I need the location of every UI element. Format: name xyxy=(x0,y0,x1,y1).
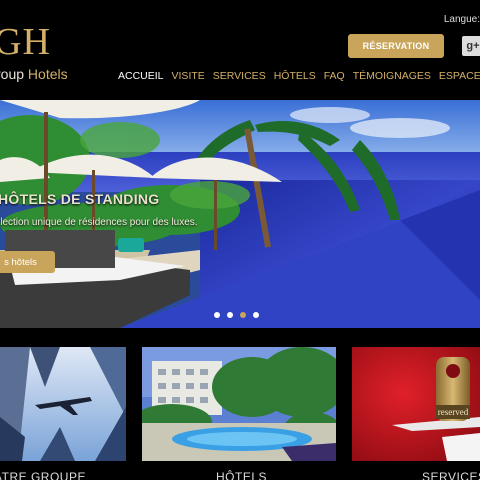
card-groupe-label[interactable]: ATRE GROUPE xyxy=(0,470,86,480)
nav-item-espace-client[interactable]: ESPACE CLIENT xyxy=(439,70,480,82)
hero-image xyxy=(0,100,480,328)
logo-mark[interactable]: GH xyxy=(0,20,51,64)
hero-text: llection unique de résidences pour des l… xyxy=(0,217,198,228)
reserved-sign-image: reserved xyxy=(352,347,480,461)
nav-item-hôtels[interactable]: HÔTELS xyxy=(274,70,316,82)
google-plus-icon[interactable]: g+ xyxy=(462,36,480,56)
hero-title: HÔTELS DE STANDING xyxy=(0,191,160,207)
nav-item-faq[interactable]: FAQ xyxy=(324,70,345,82)
nav-item-témoignages[interactable]: TÉMOIGNAGES xyxy=(353,70,431,82)
slider-dot[interactable] xyxy=(240,312,246,318)
site-header: GH roup Hotels Langue: RÉSERVATION g+ AC… xyxy=(0,0,480,100)
slider-dot[interactable] xyxy=(227,312,233,318)
card-groupe[interactable] xyxy=(0,347,126,461)
main-nav: ACCUEIL VISITE SERVICES HÔTELS FAQ TÉMOIGNAGE… xyxy=(118,70,480,82)
nav-item-visite[interactable]: VISITE xyxy=(172,70,205,82)
nav-item-accueil[interactable]: ACCUEIL xyxy=(118,70,164,82)
skyscrapers-airplane-image xyxy=(0,347,126,461)
card-services-label[interactable]: SERVICES xyxy=(422,470,480,480)
nav-item-services[interactable]: SERVICES xyxy=(213,70,266,82)
slider-dot[interactable] xyxy=(214,312,220,318)
hero-slider[interactable]: HÔTELS DE STANDING llection unique de ré… xyxy=(0,100,480,328)
hotels-button[interactable]: s hôtels xyxy=(0,251,55,273)
language-selector[interactable]: Langue: xyxy=(444,14,480,25)
slider-dots xyxy=(214,312,259,318)
logo-subtitle-suffix: Hotels xyxy=(27,66,68,82)
reservation-button[interactable]: RÉSERVATION xyxy=(348,34,444,58)
hotel-pool-image xyxy=(142,347,336,461)
reserved-text: reserved xyxy=(438,407,469,417)
logo-subtitle-prefix: roup xyxy=(0,66,25,82)
card-hotels-label[interactable]: HÔTELS xyxy=(216,470,267,480)
card-services[interactable]: reserved xyxy=(352,347,480,461)
page: GH roup Hotels Langue: RÉSERVATION g+ AC… xyxy=(0,0,480,480)
slider-dot[interactable] xyxy=(253,312,259,318)
card-hotels[interactable] xyxy=(142,347,336,461)
logo-subtitle: roup Hotels xyxy=(0,66,68,82)
